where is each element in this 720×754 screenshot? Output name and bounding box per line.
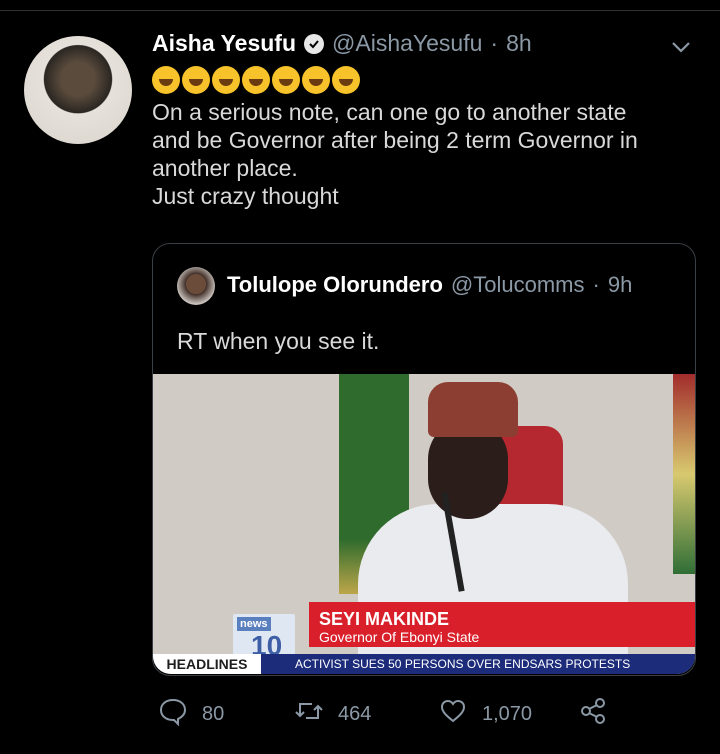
reply-button[interactable]: 80: [158, 696, 224, 732]
tweet-header: Aisha Yesufu @AishaYesufu · 8h: [152, 30, 532, 57]
share-button[interactable]: [578, 696, 608, 732]
like-count: 1,070: [482, 702, 533, 725]
reply-count: 80: [202, 702, 225, 725]
share-icon: [578, 696, 608, 732]
quoted-meta-separator: ·: [592, 272, 600, 297]
channel-logo-top: news: [237, 617, 271, 631]
reply-icon: [158, 696, 188, 732]
rofl-emoji-icon: [212, 66, 240, 94]
author-name[interactable]: Aisha Yesufu: [152, 30, 296, 57]
retweet-count: 464: [338, 702, 372, 725]
quoted-tweet-card[interactable]: Tolulope Olorundero @Tolucomms · 9h RT w…: [152, 243, 696, 676]
quoted-author-handle[interactable]: @Tolucomms: [451, 272, 585, 298]
author-handle[interactable]: @AishaYesufu: [332, 30, 482, 57]
tweet-text: On a serious note, can one go to another…: [152, 98, 692, 210]
rofl-emoji-icon: [332, 66, 360, 94]
quoted-timestamp[interactable]: 9h: [608, 272, 632, 298]
tweet-line: Just crazy thought: [152, 183, 339, 209]
author-avatar[interactable]: [24, 36, 132, 144]
quoted-author-avatar[interactable]: [177, 267, 215, 305]
quoted-media-image[interactable]: news 10 SEYI MAKINDE Governor Of Ebonyi …: [153, 374, 695, 674]
news-ticker: ACTIVIST SUES 50 PERSONS OVER ENDSARS PR…: [261, 654, 695, 674]
rofl-emoji-icon: [182, 66, 210, 94]
tweet-timestamp[interactable]: 8h: [506, 30, 532, 57]
retweet-icon: [294, 696, 324, 732]
person-cap: [428, 382, 518, 437]
rofl-emoji-icon: [152, 66, 180, 94]
rofl-emoji-icon: [242, 66, 270, 94]
meta-separator: ·: [490, 30, 499, 56]
lower-third-role: Governor Of Ebonyi State: [309, 627, 695, 647]
rofl-emoji-icon: [302, 66, 330, 94]
tweet-line: another place.: [152, 155, 298, 181]
heart-icon: [438, 696, 468, 732]
flag-right: [673, 374, 695, 574]
tweet-line: On a serious note, can one go to another…: [152, 99, 627, 125]
verified-badge-icon: [304, 33, 325, 54]
quoted-tweet-text: RT when you see it.: [177, 328, 380, 354]
tweet-line: and be Governor after being 2 term Gover…: [152, 127, 638, 153]
quoted-tweet-header: Tolulope Olorundero @Tolucomms · 9h: [227, 272, 632, 298]
quoted-author-name[interactable]: Tolulope Olorundero: [227, 272, 443, 298]
emoji-row: [152, 66, 360, 94]
tweet-menu-chevron-down-icon[interactable]: [670, 35, 692, 57]
retweet-button[interactable]: 464: [294, 696, 371, 732]
top-divider: [0, 10, 720, 11]
rofl-emoji-icon: [272, 66, 300, 94]
tweet-actions: 80 464 1,070: [158, 696, 678, 732]
like-button[interactable]: 1,070: [438, 696, 532, 732]
headlines-label: HEADLINES: [153, 654, 261, 674]
